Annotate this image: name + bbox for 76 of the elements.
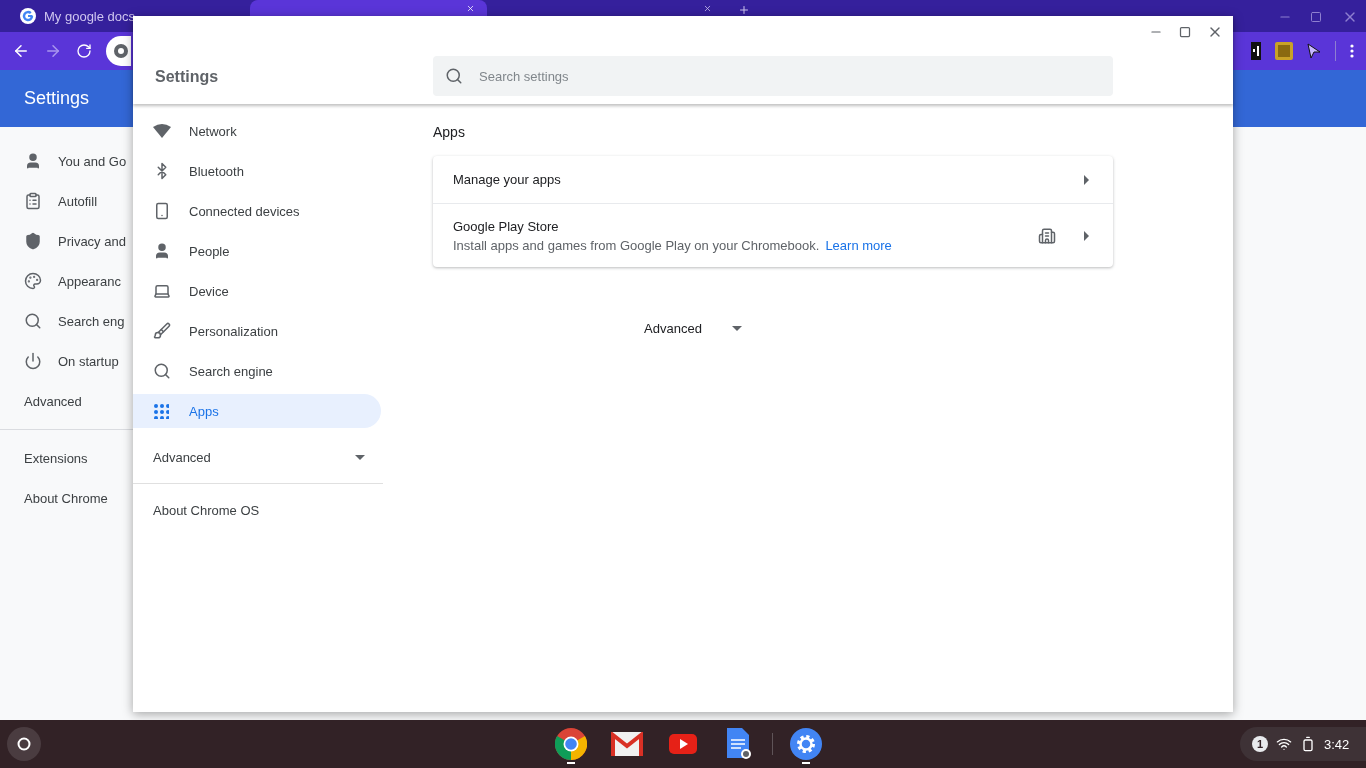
settings-row[interactable]: Manage your apps xyxy=(433,156,1113,203)
chrome-icon xyxy=(555,728,587,760)
clipboard-icon xyxy=(24,192,42,210)
running-indicator xyxy=(567,762,575,764)
running-indicator xyxy=(802,762,810,764)
extension-icon[interactable] xyxy=(1251,42,1261,60)
sidebar-item[interactable]: Advanced xyxy=(0,381,133,421)
play-icon xyxy=(669,734,697,754)
person-icon xyxy=(153,242,171,260)
phone-icon xyxy=(153,202,171,220)
page-title: Settings xyxy=(24,88,90,109)
sidebar-item[interactable]: Search eng xyxy=(0,301,133,341)
caret-down-icon xyxy=(731,326,742,331)
power-icon xyxy=(24,352,42,370)
wifi-icon xyxy=(153,124,171,138)
nav-item[interactable]: Connected devices xyxy=(133,194,381,228)
clock: 3:42 xyxy=(1324,736,1350,752)
section-title: Apps xyxy=(433,124,466,142)
row-title: Google Play Store xyxy=(453,218,560,234)
status-tray[interactable]: 1 3:42 xyxy=(1240,727,1366,761)
sidebar-item[interactable]: You and Go xyxy=(0,141,133,181)
sidebar-item[interactable]: Autofill xyxy=(0,181,133,221)
advanced-toggle[interactable]: Advanced xyxy=(640,317,746,340)
nav-item[interactable]: Device xyxy=(133,274,381,308)
arrow-right-icon xyxy=(1084,230,1089,241)
shield-icon xyxy=(24,232,42,250)
mail-icon xyxy=(611,732,643,756)
restore-icon[interactable] xyxy=(1310,11,1322,23)
sidebar-item[interactable]: Appearanc xyxy=(0,261,133,301)
person-icon xyxy=(24,152,42,170)
nav-item[interactable]: About Chrome OS xyxy=(133,490,383,530)
nav-item[interactable]: Apps xyxy=(133,394,381,428)
learn-more-link[interactable]: Learn more xyxy=(825,237,892,253)
search-icon xyxy=(445,67,463,85)
laptop-icon xyxy=(153,282,171,300)
nav-item[interactable]: Search engine xyxy=(133,354,381,388)
apps-grid-icon xyxy=(153,403,169,419)
launcher-button[interactable] xyxy=(7,727,41,761)
reload-icon[interactable] xyxy=(76,43,92,59)
launcher-icon xyxy=(17,737,31,751)
advanced-toggle[interactable]: Advanced xyxy=(133,437,383,477)
more-icon[interactable] xyxy=(1350,44,1354,58)
caret-down-icon xyxy=(355,454,365,460)
search-field[interactable]: Search settings xyxy=(433,56,1113,96)
sidebar-item[interactable]: Privacy and xyxy=(0,221,133,261)
search-icon xyxy=(24,312,42,330)
forward-icon[interactable] xyxy=(44,42,62,60)
row-description: Install apps and games from Google Play on your Chromebook. Learn more xyxy=(453,237,893,253)
address-bar[interactable] xyxy=(106,36,131,66)
nav-item[interactable]: Personalization xyxy=(133,314,381,348)
nav-item[interactable]: People xyxy=(133,234,381,268)
brush-icon xyxy=(153,322,171,340)
close-icon[interactable] xyxy=(703,4,712,13)
sidebar-item[interactable]: Extensions xyxy=(0,438,133,478)
document-icon xyxy=(725,728,753,760)
maximize-icon[interactable] xyxy=(1179,26,1191,38)
sidebar-item[interactable]: On startup xyxy=(0,341,133,381)
google-icon xyxy=(20,8,36,24)
building-icon xyxy=(1038,226,1056,245)
palette-icon xyxy=(24,272,42,290)
notification-count: 1 xyxy=(1252,736,1268,752)
settings-row[interactable]: Google Play Store Install apps and games from Google Play on your Chromebook. Learn more xyxy=(433,203,1113,267)
settings-icon xyxy=(790,728,822,760)
window-title: Settings xyxy=(154,68,220,86)
wifi-icon xyxy=(1276,736,1292,752)
search-icon xyxy=(153,362,171,380)
arrow-right-icon xyxy=(1084,174,1089,185)
cursor-icon[interactable] xyxy=(1307,43,1321,59)
battery-icon xyxy=(1300,736,1316,752)
nav-item[interactable]: Bluetooth xyxy=(133,154,381,188)
row-title: Manage your apps xyxy=(453,172,562,187)
back-icon[interactable] xyxy=(12,42,30,60)
sidebar-item[interactable]: About Chrome xyxy=(0,478,133,518)
nav-item[interactable]: Network xyxy=(133,114,381,148)
chrome-icon xyxy=(114,44,128,58)
new-tab-icon[interactable] xyxy=(738,4,750,16)
